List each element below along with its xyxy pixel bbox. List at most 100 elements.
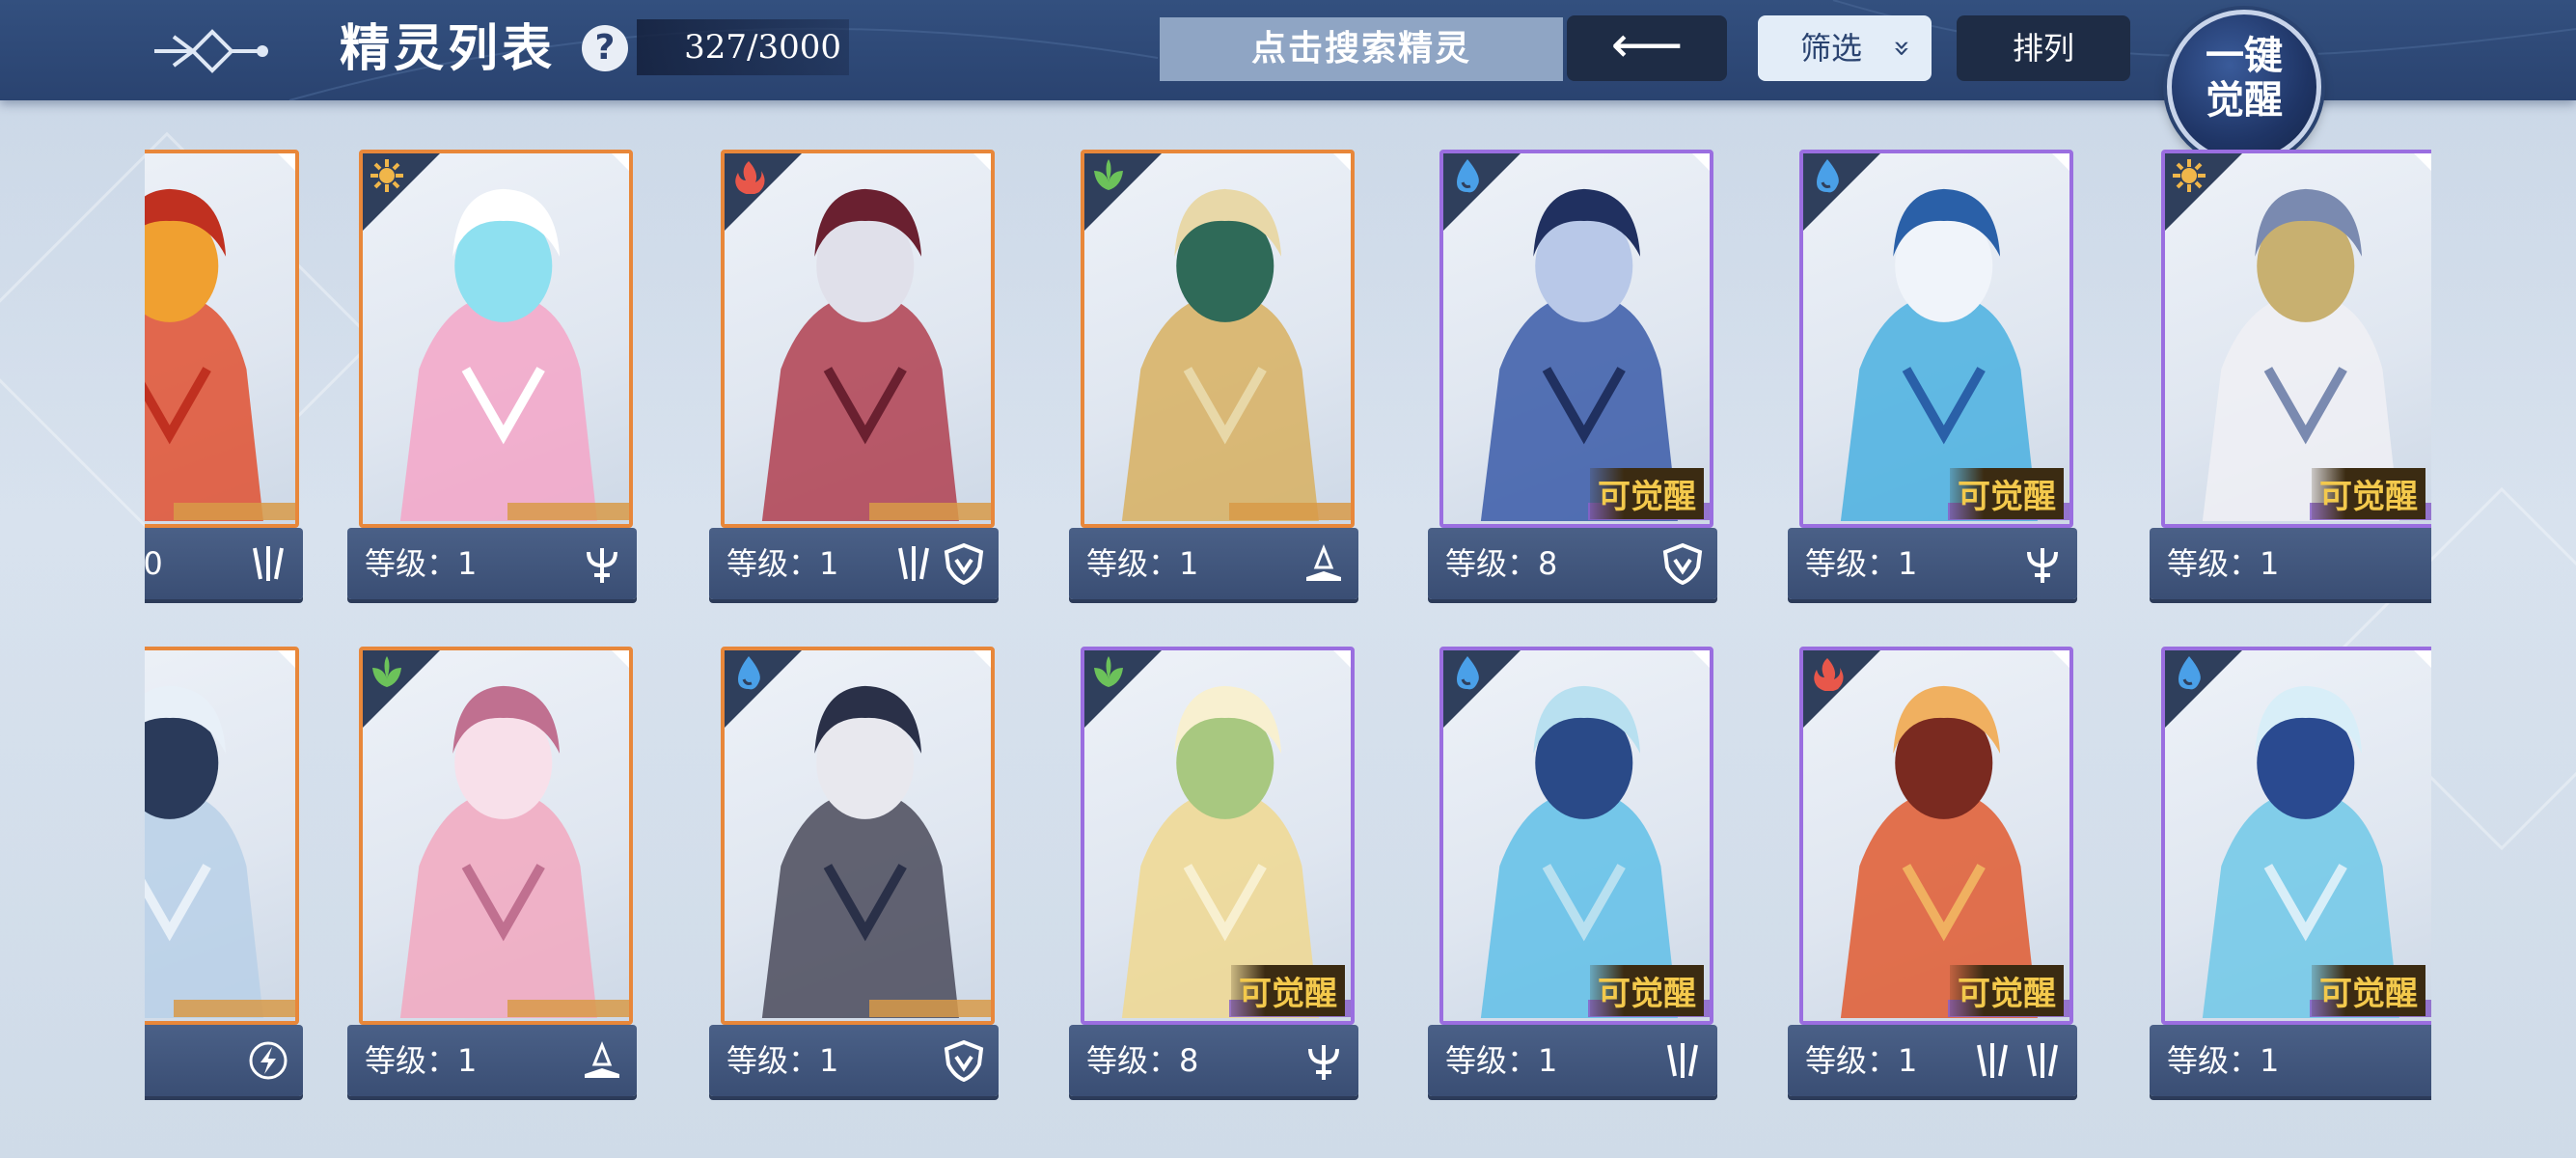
shield-icon (1662, 542, 1703, 585)
water-element-icon (2179, 656, 2201, 690)
lightning-icon (249, 1041, 288, 1080)
level-label: 等级：1 (726, 1042, 839, 1079)
claw-icon (1667, 1043, 1698, 1078)
level-label: 等级：8 (1445, 545, 1558, 582)
level-bar: 等级：1 (2150, 528, 2431, 599)
claw-icon (253, 546, 284, 581)
rarity-stamp (507, 503, 629, 520)
shield-icon (944, 1039, 984, 1082)
class-badges (943, 1039, 985, 1082)
level-label: 等级：90 (145, 545, 163, 582)
class-badges (1661, 542, 1704, 585)
awaken-all-line1: 一键 (2206, 33, 2283, 78)
water-element-icon (738, 656, 760, 690)
shield-icon (944, 542, 984, 585)
level-bar: 等级：90 (145, 528, 303, 599)
spirit-card[interactable]: 可觉醒 等级：1 (2150, 647, 2431, 1100)
level-label: 等级：1 (1086, 545, 1199, 582)
spirit-portrait (359, 647, 633, 1025)
water-element-icon (1817, 159, 1839, 193)
awakenable-tag: 可觉醒 (2312, 965, 2425, 1016)
level-bar: 等级：1 (347, 528, 637, 599)
level-label: 等级：1 (2167, 1042, 2280, 1079)
book-icon (1306, 543, 1341, 581)
water-element-icon (1457, 656, 1479, 690)
class-badges (247, 542, 289, 585)
level-bar: 等级：1 (1788, 1025, 2077, 1096)
corner-fold (2412, 153, 2431, 173)
spirit-logo-icon (154, 29, 268, 73)
spirit-portrait (145, 647, 299, 1025)
filter-button[interactable]: 筛选 » (1758, 15, 1932, 81)
spirit-portrait (1081, 150, 1355, 528)
corner-fold (1690, 153, 1710, 173)
chevron-down-icon: » (1884, 39, 1919, 58)
grass-element-icon (372, 656, 401, 687)
level-bar: 等级：1 (709, 1025, 999, 1096)
trident-icon (2027, 548, 2058, 583)
level-label: 等级：8 (1086, 1042, 1199, 1079)
level-bar: 等级：1 (1788, 528, 2077, 599)
awakenable-tag: 可觉醒 (1590, 965, 1704, 1016)
class-badges (1661, 1039, 1704, 1082)
spirit-card[interactable]: 可觉醒 等级：1 (1428, 647, 1717, 1100)
search-input[interactable]: 点击搜索精灵 (1160, 17, 1563, 81)
spirit-card[interactable]: 可觉醒 等级：1 (1788, 150, 2077, 638)
corner-fold (2412, 650, 2431, 670)
awakenable-tag: 可觉醒 (1231, 965, 1345, 1016)
class-badges (892, 542, 985, 585)
spirit-art (145, 188, 263, 521)
spirit-art (145, 685, 263, 1018)
class-badges (2021, 542, 2064, 585)
level-bar: 等级：1 (709, 528, 999, 599)
trident-icon (1308, 1045, 1339, 1080)
spirit-card[interactable]: 等级：1 (347, 150, 637, 638)
rarity-stamp (869, 1000, 991, 1017)
spirit-card[interactable]: 可觉醒 等级：8 (1069, 647, 1358, 1100)
level-bar: 等级：1 (347, 1025, 637, 1096)
corner-fold (276, 650, 295, 670)
awakenable-tag: 可觉醒 (1950, 965, 2064, 1016)
spirit-card[interactable]: 等级：1 (145, 647, 303, 1100)
corner-fold (610, 650, 629, 670)
spirit-portrait (145, 150, 299, 528)
class-badges (1971, 1039, 2064, 1082)
spirit-card[interactable]: 等级：1 (347, 647, 637, 1100)
spirit-card[interactable]: 等级：1 (709, 150, 999, 638)
spirit-card[interactable]: 等级：1 (709, 647, 999, 1100)
arrow-left-icon: ⟵ (1610, 16, 1684, 74)
spirit-card[interactable]: 等级：1 (1069, 150, 1358, 638)
light-element-icon (2173, 159, 2206, 192)
level-bar: 等级：8 (1069, 1025, 1358, 1096)
spirit-card[interactable]: 可觉醒 等级：1 (2150, 150, 2431, 638)
corner-fold (972, 153, 991, 173)
level-bar: 等级：8 (1428, 528, 1717, 599)
corner-fold (2050, 153, 2069, 173)
spirit-portrait (721, 647, 995, 1025)
spirit-card[interactable]: 可觉醒等级：1 (1788, 647, 2077, 1100)
level-label: 等级：1 (1445, 1042, 1558, 1079)
trident-icon (587, 548, 617, 583)
level-bar: 等级：1 (1069, 528, 1358, 599)
fire-element-icon (1814, 658, 1844, 691)
water-element-icon (1457, 159, 1479, 193)
level-bar: 等级：1 (145, 1025, 303, 1096)
claw-icon (898, 546, 929, 581)
light-element-icon (370, 159, 403, 192)
spirit-card[interactable]: 等级：90 (145, 150, 303, 638)
corner-fold (1690, 650, 1710, 670)
fire-element-icon (735, 161, 765, 194)
level-label: 等级：1 (2167, 545, 2280, 582)
rarity-stamp (174, 1000, 295, 1017)
help-icon[interactable]: ? (582, 25, 628, 71)
class-badges (1302, 542, 1345, 585)
back-button[interactable]: ⟵ (1567, 15, 1727, 81)
corner-fold (276, 153, 295, 173)
level-label: 等级：1 (365, 545, 478, 582)
level-bar: 等级：1 (1428, 1025, 1717, 1096)
spirit-card[interactable]: 可觉醒 等级：8 (1428, 150, 1717, 638)
awaken-all-button[interactable]: 一键 觉醒 (2167, 10, 2321, 164)
grass-element-icon (1094, 656, 1123, 687)
sort-button[interactable]: 排列 (1957, 15, 2130, 81)
grass-element-icon (1094, 159, 1123, 190)
